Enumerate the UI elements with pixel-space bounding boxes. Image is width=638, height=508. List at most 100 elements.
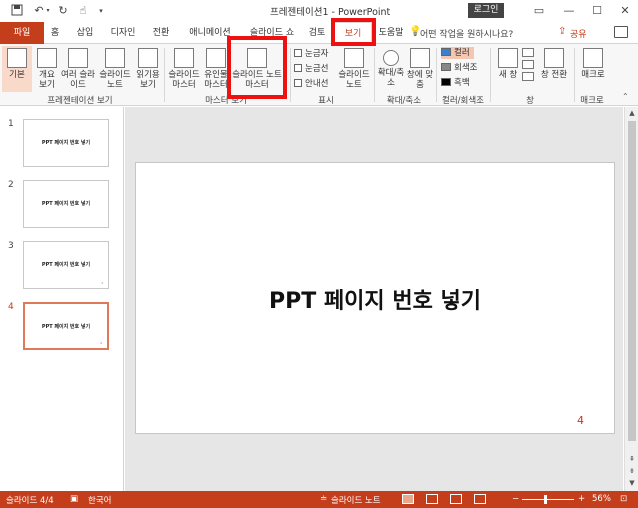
group-label-macros: 매크로	[580, 96, 604, 106]
slide-sorter-status-icon[interactable]	[426, 494, 438, 504]
zoom-out-icon[interactable]: −	[512, 494, 519, 504]
scroll-up-icon[interactable]: ▲	[625, 107, 638, 119]
handout-master-icon	[206, 48, 226, 68]
title-bar: ↶ ▾ ↻ ☝ ▾ 프레젠테이션1 - PowerPoint 로그인 ▭ — ☐…	[0, 0, 638, 22]
black-white-option[interactable]: 흑백	[441, 77, 470, 89]
slide-thumbnail[interactable]: PPT 페이지 번호 넣기 3	[23, 241, 109, 289]
tell-me-search[interactable]: 어떤 작업을 원하시나요?	[420, 27, 513, 40]
zoom-button[interactable]: 확대/축소	[376, 46, 406, 92]
slide-title[interactable]: PPT 페이지 번호 넣기	[136, 283, 614, 315]
minimize-icon[interactable]: —	[560, 2, 578, 20]
macros-button[interactable]: 매크로	[578, 46, 608, 92]
notes-toggle-icon[interactable]: ≐	[320, 494, 327, 504]
status-bar: 슬라이드 4/4 ▣ 한국어 ≐ 슬라이드 노트 − + 56% ⊡	[0, 491, 638, 508]
tab-insert[interactable]: 삽입	[70, 22, 100, 44]
group-label-presentation-views: 프레젠테이션 보기	[47, 96, 113, 106]
slide-number-label: 2	[8, 180, 14, 190]
separator	[574, 48, 575, 102]
zoom-icon	[383, 50, 399, 66]
collapse-ribbon-icon[interactable]: ⌃	[622, 92, 629, 101]
undo-dropdown-icon[interactable]: ▾	[44, 4, 52, 18]
tab-review[interactable]: 검토	[304, 22, 330, 44]
redo-icon[interactable]: ↻	[56, 4, 70, 18]
switch-windows-button[interactable]: 창 전환	[538, 46, 570, 92]
spellcheck-icon[interactable]: ▣	[70, 494, 78, 504]
arrange-icons[interactable]	[522, 48, 536, 88]
notes-toggle-button[interactable]: 슬라이드 노트	[331, 494, 381, 506]
switch-windows-icon	[544, 48, 564, 68]
group-label-color: 컬러/회색조	[442, 96, 484, 106]
thumbnail-page-number: 3	[101, 281, 103, 285]
guides-checkbox[interactable]: 안내선	[294, 78, 328, 90]
slide-number-label: 1	[8, 119, 14, 129]
zoom-slider[interactable]	[522, 499, 574, 500]
highlight-notes-master	[227, 36, 287, 99]
normal-view-status-icon[interactable]	[402, 494, 414, 504]
macros-icon	[583, 48, 603, 68]
scroll-down-icon[interactable]: ▼	[625, 477, 638, 489]
grayscale-swatch-icon	[441, 63, 451, 71]
tab-home[interactable]: 홈	[44, 22, 66, 44]
tab-design[interactable]: 디자인	[104, 22, 142, 44]
language-indicator[interactable]: 한국어	[88, 494, 111, 506]
thumbnail-page-number: 4	[100, 341, 102, 345]
ribbon-display-icon[interactable]: ▭	[530, 2, 548, 20]
current-slide[interactable]: PPT 페이지 번호 넣기 4	[135, 162, 615, 434]
slide-thumbnail[interactable]: PPT 페이지 번호 넣기	[23, 119, 109, 167]
reading-view-icon	[138, 48, 158, 68]
handout-master-button[interactable]: 유인물 마스터	[202, 46, 230, 92]
vertical-scrollbar[interactable]: ▲ ⇞ ⇟ ▼	[624, 107, 638, 491]
notes-page-button[interactable]: 슬라이드 노트	[96, 46, 134, 92]
grayscale-option[interactable]: 회색조	[441, 62, 477, 74]
customize-icon[interactable]: ▾	[94, 4, 108, 18]
touch-mode-icon[interactable]: ☝	[76, 4, 90, 18]
slide-page-number[interactable]: 4	[577, 414, 584, 427]
login-button[interactable]: 로그인	[468, 3, 504, 18]
close-icon[interactable]: ✕	[616, 2, 634, 20]
tab-file[interactable]: 파일	[0, 22, 44, 44]
maximize-icon[interactable]: ☐	[588, 2, 606, 20]
fit-to-window-button[interactable]: 창에 맞춤	[406, 46, 434, 92]
outline-view-icon	[37, 48, 57, 68]
color-option[interactable]: 컬러	[441, 47, 474, 59]
scroll-thumb[interactable]	[628, 121, 636, 441]
reading-view-button[interactable]: 읽기용 보기	[134, 46, 162, 92]
new-window-button[interactable]: 새 창	[494, 46, 522, 92]
black-white-swatch-icon	[441, 78, 451, 86]
notes-icon	[344, 48, 364, 68]
fit-to-window-icon	[410, 48, 430, 68]
slideshow-status-icon[interactable]	[474, 494, 486, 504]
slide-thumbnail-selected[interactable]: PPT 페이지 번호 넣기 4	[23, 302, 109, 350]
save-icon[interactable]	[10, 4, 24, 18]
slide-sorter-icon	[68, 48, 88, 68]
zoom-in-icon[interactable]: +	[578, 494, 585, 504]
slide-master-icon	[174, 48, 194, 68]
share-button[interactable]: 공유	[570, 27, 587, 40]
slide-sorter-button[interactable]: 여러 슬라이드	[60, 46, 96, 92]
highlight-view-tab	[331, 18, 376, 46]
outline-view-button[interactable]: 개요 보기	[34, 46, 60, 92]
separator	[164, 48, 165, 102]
slide-master-button[interactable]: 슬라이드 마스터	[166, 46, 202, 92]
tab-help[interactable]: 도움말	[376, 22, 406, 44]
normal-view-icon	[7, 48, 27, 68]
slide-number-label: 3	[8, 241, 14, 251]
share-icon[interactable]: ⇪	[558, 26, 566, 37]
slide-thumbnail[interactable]: PPT 페이지 번호 넣기	[23, 180, 109, 228]
gridlines-checkbox[interactable]: 눈금선	[294, 63, 328, 75]
zoom-level[interactable]: 56%	[592, 494, 611, 504]
show-notes-button[interactable]: 슬라이드 노트	[336, 46, 372, 92]
previous-slide-icon[interactable]: ⇞	[625, 453, 638, 465]
next-slide-icon[interactable]: ⇟	[625, 465, 638, 477]
slide-editor: PPT 페이지 번호 넣기 4	[125, 107, 623, 491]
tab-transitions[interactable]: 전환	[146, 22, 176, 44]
reading-view-status-icon[interactable]	[450, 494, 462, 504]
comment-icon[interactable]	[614, 26, 628, 38]
separator	[290, 48, 291, 102]
fit-slide-icon[interactable]: ⊡	[620, 494, 627, 504]
normal-view-button[interactable]: 기본	[2, 46, 32, 92]
group-label-show: 표시	[318, 96, 334, 106]
color-swatch-icon	[441, 48, 451, 56]
zoom-slider-knob[interactable]	[544, 495, 547, 504]
ruler-checkbox[interactable]: 눈금자	[294, 48, 328, 60]
